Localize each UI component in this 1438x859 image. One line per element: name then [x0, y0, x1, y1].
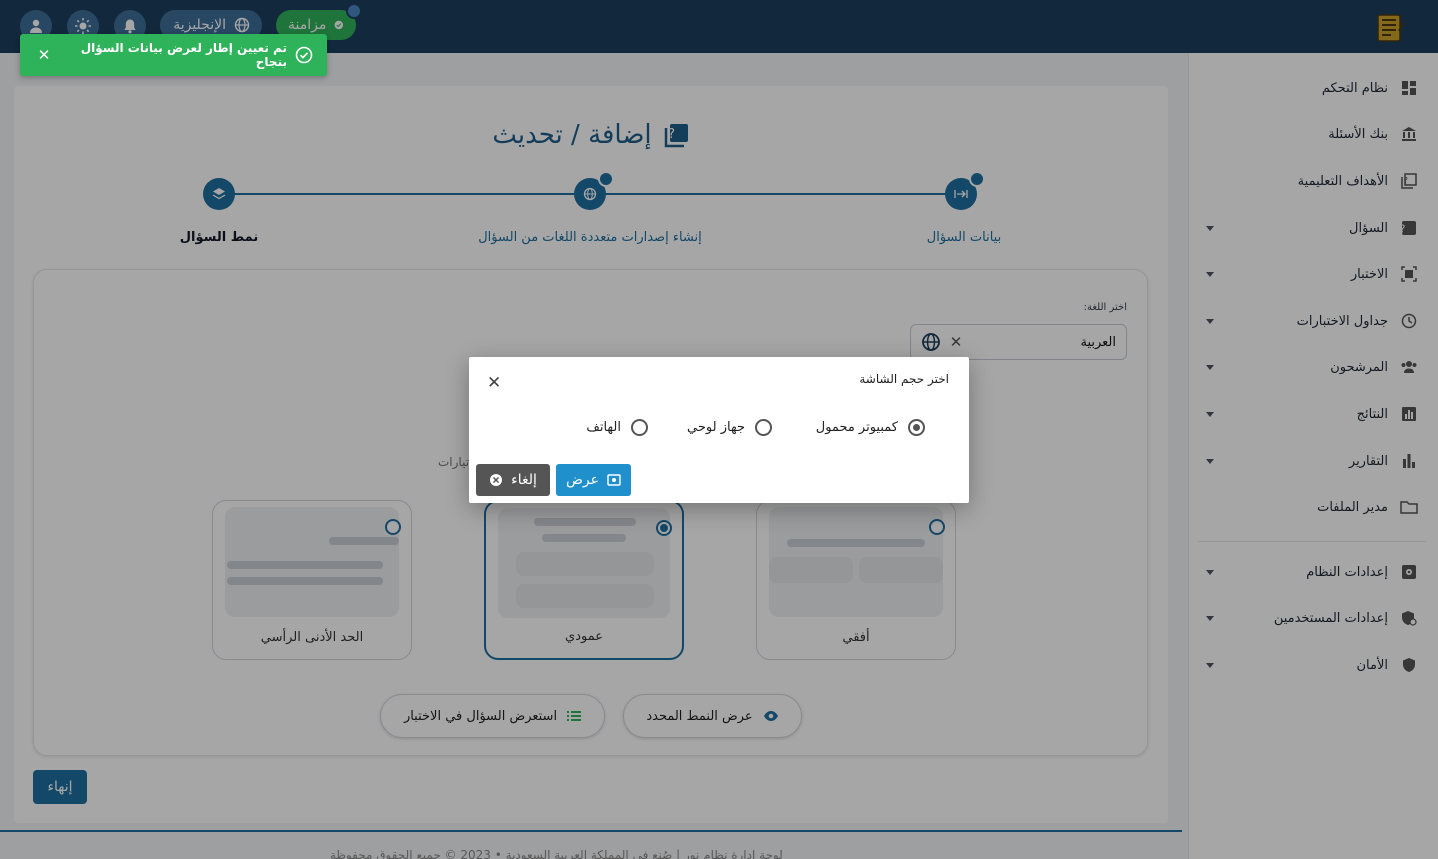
- option-label: كمبيوتر محمول: [815, 420, 898, 435]
- cancel-button-label: إلغاء: [511, 472, 537, 488]
- radio-button[interactable]: [755, 419, 772, 436]
- option-laptop[interactable]: كمبيوتر محمول: [816, 419, 925, 436]
- option-label: جهاز لوحي: [687, 420, 745, 435]
- toast-message: تم تعيين إطار لعرض بيانات السؤال بنجاح: [80, 41, 287, 69]
- option-label: الهاتف: [586, 420, 621, 435]
- cancel-button[interactable]: إلغاء: [476, 464, 550, 496]
- dialog-title: اختر حجم الشاشة: [859, 372, 949, 386]
- show-button[interactable]: عرض: [556, 464, 631, 496]
- radio-button[interactable]: [631, 419, 648, 436]
- show-button-label: عرض: [566, 472, 600, 488]
- screen-size-dialog: اختر حجم الشاشة ✕ كمبيوتر محمول جهاز لوح…: [469, 357, 969, 503]
- radio-button[interactable]: [908, 419, 925, 436]
- option-tablet[interactable]: جهاز لوحي: [687, 419, 772, 436]
- close-icon[interactable]: ✕: [487, 373, 501, 393]
- cancel-circle-icon: [490, 474, 503, 486]
- option-phone[interactable]: الهاتف: [586, 419, 648, 436]
- close-icon[interactable]: ✕: [34, 46, 54, 64]
- preview-icon: [607, 474, 621, 486]
- check-circle-icon: [295, 46, 313, 64]
- success-toast: تم تعيين إطار لعرض بيانات السؤال بنجاح ✕: [20, 34, 327, 76]
